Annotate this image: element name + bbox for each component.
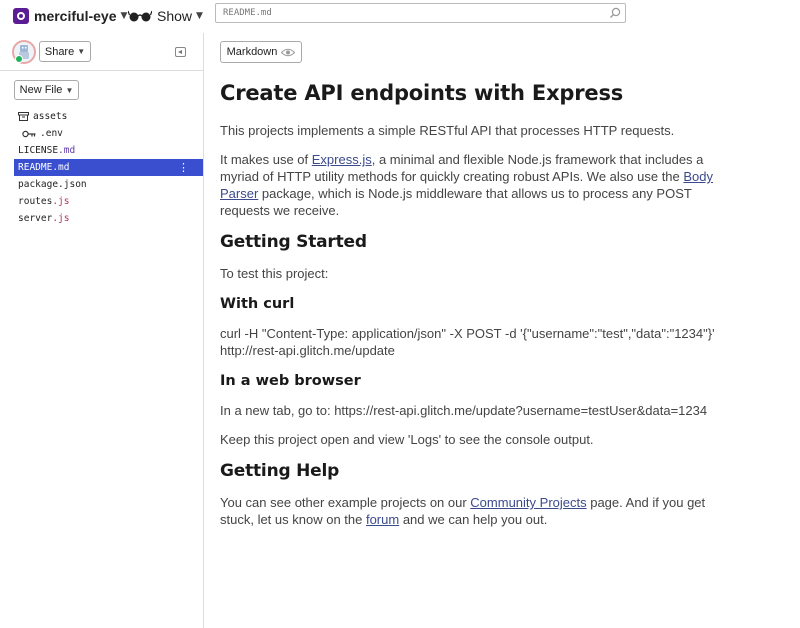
doc-intro: This projects implements a simple RESTfu… [220,123,675,138]
file-item-package-json[interactable]: package.json [14,176,203,193]
file-ext: .md [58,145,76,156]
sidebar-header: Share ▼ [0,33,203,71]
file-ext: .md [52,162,70,173]
chevron-down-icon: ▼ [120,11,128,21]
text: You can see other example projects on ou… [220,495,471,510]
file-ext: .js [52,213,70,224]
folder-icon [18,112,29,121]
chevron-down-icon: ▼ [77,47,86,56]
file-item-env[interactable]: .env [14,125,203,142]
file-item-assets[interactable]: assets [14,108,203,125]
show-label: Show [157,8,193,24]
readme-document: Create API endpoints with Express This p… [220,79,730,540]
heading-getting-started: Getting Started [220,232,367,252]
markdown-toggle-button[interactable]: Markdown [220,41,302,63]
file-item-routes[interactable]: routes.js [14,193,203,210]
doc-paragraph: To test this project: [220,266,329,281]
chevron-down-icon: ▼ [65,85,74,95]
file-name: LICENSE [18,145,59,156]
project-menu[interactable]: merciful-eye ▼ [13,6,127,26]
curl-command: curl -H "Content-Type: application/json"… [220,326,715,358]
community-projects-link[interactable]: Community Projects [470,495,586,510]
show-menu[interactable]: Show ▼ [128,6,203,26]
file-item-license[interactable]: LICENSE.md [14,142,203,159]
forum-link[interactable]: forum [366,512,399,527]
file-name: server [18,213,53,224]
search-input[interactable] [223,8,603,18]
project-logo-icon [13,8,29,24]
online-status-icon [15,55,23,63]
doc-paragraph: It makes use of Express.js, a minimal an… [220,151,730,219]
markdown-label: Markdown [226,46,278,58]
heading-with-curl: With curl [220,296,295,312]
file-options-icon[interactable]: ⋮ [178,159,189,176]
heading-web-browser: In a web browser [220,373,361,389]
file-name: .env [40,128,63,139]
key-icon [22,130,36,137]
browser-instructions: In a new tab, go to: https://rest-api.gl… [220,403,708,418]
search-icon[interactable] [609,7,621,19]
file-ext: .js [52,196,70,207]
file-item-readme[interactable]: README.md ⋮ [14,159,203,176]
file-tree: assets .env LICENSE.md README.md ⋮ packa… [14,108,203,227]
heading-getting-help: Getting Help [220,461,340,481]
doc-title: Create API endpoints with Express [220,81,624,105]
file-item-server[interactable]: server.js [14,210,203,227]
top-bar: merciful-eye ▼ Show ▼ [0,0,800,33]
text: package, which is Node.js middleware tha… [220,186,692,218]
share-label: Share [44,45,75,58]
eye-icon [281,48,296,56]
express-link[interactable]: Express.js [312,152,372,167]
text: and we can help you out. [399,512,548,527]
sidebar: Share ▼ New File ▼ assets .env LICENSE.m… [0,33,204,628]
file-name: assets [33,111,68,122]
share-button[interactable]: Share ▼ [39,41,91,62]
file-name: routes [18,196,53,207]
doc-paragraph: You can see other example projects on ou… [220,494,730,528]
file-name: README [18,162,53,173]
collapse-sidebar-icon[interactable] [175,47,186,57]
text: It makes use of [220,152,312,167]
chevron-down-icon: ▼ [196,11,203,21]
glasses-icon [128,10,152,22]
new-file-label: New File [19,84,63,96]
markdown-preview-pane: Markdown Create API endpoints with Expre… [205,33,800,628]
new-file-button[interactable]: New File ▼ [14,80,79,100]
project-name: merciful-eye [34,8,117,24]
file-name: package.json [18,179,87,190]
doc-paragraph: Keep this project open and view 'Logs' t… [220,432,594,447]
file-search[interactable] [215,3,626,23]
